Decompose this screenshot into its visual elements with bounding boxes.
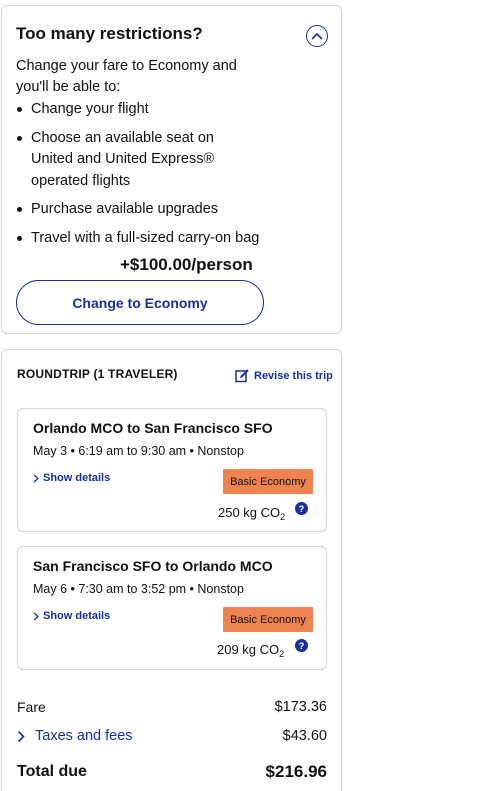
chevron-up-icon	[311, 32, 323, 40]
taxes-toggle[interactable]: Taxes and fees	[17, 728, 133, 744]
restrictions-card: Too many restrictions? Change your fare …	[1, 5, 342, 334]
revise-trip-link[interactable]: Revise this trip	[235, 368, 333, 383]
total-value: $216.96	[265, 762, 327, 781]
co2-subscript: 2	[280, 512, 286, 522]
flight-card: Orlando MCO to San Francisco SFO May 3 •…	[17, 408, 327, 532]
benefit-item: Change your flight	[16, 99, 276, 121]
benefit-item: Choose an available seat on United and U…	[16, 128, 251, 193]
total-row: Total due $216.96	[17, 762, 327, 782]
flight-schedule: May 3 • 6:19 am to 9:30 am • Nonstop	[33, 444, 244, 458]
show-details-link[interactable]: Show details	[33, 472, 110, 484]
trip-type-label: ROUNDTRIP (1 TRAVELER)	[17, 367, 178, 381]
flight-route: San Francisco SFO to Orlando MCO	[33, 558, 273, 574]
co2-value: 209 kg CO	[217, 642, 280, 657]
upgrade-price: +$100.00/person	[120, 255, 253, 274]
restrictions-title: Too many restrictions?	[16, 24, 203, 43]
chevron-right-icon	[33, 474, 39, 482]
benefits-list: Change your flight Choose an available s…	[16, 99, 276, 256]
taxes-value: $43.60	[282, 728, 327, 744]
trip-summary-card: ROUNDTRIP (1 TRAVELER) Revise this trip …	[1, 349, 342, 791]
show-details-label: Show details	[43, 472, 111, 484]
taxes-row: Taxes and fees $43.60	[17, 728, 327, 744]
fare-value: $173.36	[274, 699, 327, 715]
total-label: Total due	[17, 763, 87, 780]
co2-subscript: 2	[279, 649, 285, 659]
show-details-link[interactable]: Show details	[33, 610, 110, 622]
collapse-button[interactable]	[306, 25, 328, 47]
benefit-item: Travel with a full-sized carry-on bag	[16, 228, 276, 250]
taxes-label: Taxes and fees	[35, 728, 133, 744]
co2-emissions: 250 kg CO2	[218, 505, 285, 522]
chevron-right-icon	[17, 730, 25, 742]
flight-schedule: May 6 • 7:30 am to 3:52 pm • Nonstop	[33, 582, 244, 596]
restrictions-intro: Change your fare to Economy and you'll b…	[16, 58, 237, 95]
flight-card: San Francisco SFO to Orlando MCO May 6 •…	[17, 546, 327, 670]
fare-class-badge: Basic Economy	[223, 469, 313, 494]
change-to-economy-button[interactable]: Change to Economy	[16, 280, 264, 325]
show-details-label: Show details	[43, 610, 111, 622]
fare-row: Fare $173.36	[17, 699, 327, 715]
chevron-right-icon	[33, 612, 39, 620]
revise-trip-label: Revise this trip	[254, 369, 333, 382]
help-icon[interactable]: ?	[295, 502, 308, 515]
fare-class-badge: Basic Economy	[223, 607, 313, 632]
co2-emissions: 209 kg CO2	[217, 642, 284, 659]
fare-label: Fare	[17, 699, 46, 715]
co2-value: 250 kg CO	[218, 505, 281, 520]
flight-route: Orlando MCO to San Francisco SFO	[33, 420, 273, 436]
help-icon[interactable]: ?	[295, 639, 308, 652]
benefit-item: Purchase available upgrades	[16, 199, 276, 221]
edit-icon	[235, 369, 249, 383]
